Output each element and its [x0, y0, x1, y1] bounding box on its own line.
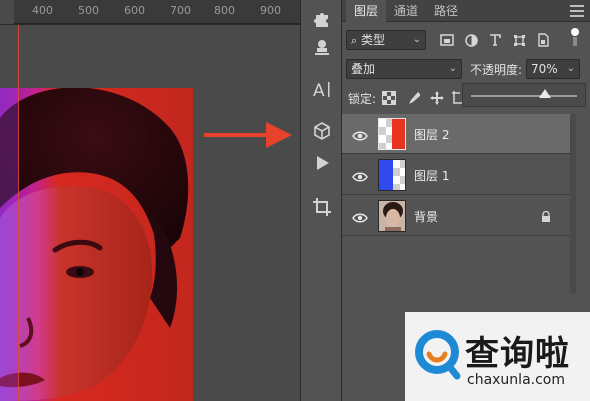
- tab-channels[interactable]: 通道: [386, 0, 426, 22]
- adjustment-filter-icon[interactable]: [464, 33, 478, 47]
- ruler-tick-label: 500: [78, 4, 99, 17]
- vertical-guide-line[interactable]: [18, 25, 19, 401]
- layer-thumbnail: [378, 159, 406, 191]
- layer-name: 图层 1: [414, 169, 450, 183]
- puzzle-icon[interactable]: [309, 6, 335, 32]
- blend-row: 叠加 ⌄ 不透明度: 70% ⌄: [346, 58, 586, 82]
- layer-name: 图层 2: [414, 128, 450, 142]
- layer-row[interactable]: 背景: [342, 196, 570, 236]
- blend-mode-dropdown[interactable]: 叠加 ⌄: [346, 59, 462, 79]
- ruler-tick-label: 400: [32, 4, 53, 17]
- svg-text:A: A: [313, 81, 325, 99]
- ruler-tick-label: 700: [170, 4, 191, 17]
- lock-transparency-icon[interactable]: [382, 90, 396, 109]
- crop-icon[interactable]: [309, 194, 335, 220]
- panel-scrollbar[interactable]: [570, 114, 576, 294]
- blend-mode-value: 叠加: [351, 62, 376, 76]
- chevron-down-icon: ⌄: [566, 63, 575, 74]
- opacity-input[interactable]: 70% ⌄: [526, 59, 580, 79]
- tab-paths[interactable]: 路径: [426, 0, 466, 22]
- lock-pixels-icon[interactable]: [406, 90, 421, 109]
- watermark-title: 查询啦: [465, 334, 570, 374]
- portrait-photo: [0, 88, 193, 401]
- filter-toggle-icon[interactable]: [568, 28, 582, 46]
- eye-icon[interactable]: [352, 209, 368, 223]
- opacity-slider-popup[interactable]: [462, 83, 586, 107]
- red-arrow-annotation: [204, 122, 292, 148]
- layer-thumbnail: [378, 118, 406, 150]
- layer-name: 背景: [414, 210, 439, 224]
- image-filter-icon[interactable]: [440, 33, 454, 47]
- 3d-cube-icon[interactable]: [309, 118, 335, 144]
- ruler-tick-label: 800: [214, 4, 235, 17]
- watermark-url: chaxunla.com: [467, 372, 565, 388]
- layer-row[interactable]: 图层 2: [342, 114, 570, 154]
- opacity-value: 70%: [531, 62, 558, 76]
- search-icon: ⌕: [351, 34, 358, 47]
- eye-icon[interactable]: [352, 168, 368, 182]
- document-canvas[interactable]: [0, 25, 300, 401]
- lock-position-icon[interactable]: [430, 90, 444, 109]
- opacity-slider-thumb[interactable]: [539, 89, 552, 98]
- layer-filter-dropdown[interactable]: ⌕ 类型 ⌄: [346, 30, 426, 50]
- type-filter-icon[interactable]: [488, 33, 502, 47]
- opacity-label: 不透明度:: [470, 63, 523, 77]
- stamp-icon[interactable]: [309, 34, 335, 60]
- tab-layers[interactable]: 图层: [346, 0, 387, 22]
- ruler-tick-label: 600: [124, 4, 145, 17]
- layer-row[interactable]: 图层 1: [342, 155, 570, 195]
- play-icon[interactable]: [309, 150, 335, 176]
- panel-tool-strip: A: [300, 0, 342, 401]
- watermark-logo: 查询啦 chaxunla.com: [405, 312, 590, 401]
- shape-filter-icon[interactable]: [512, 33, 526, 47]
- layer-thumbnail: [378, 200, 406, 232]
- lock-icon: [540, 208, 552, 227]
- eye-icon[interactable]: [352, 127, 368, 141]
- ruler-corner: [0, 0, 14, 24]
- panel-menu-icon[interactable]: [570, 5, 584, 17]
- smart-object-filter-icon[interactable]: [536, 33, 550, 47]
- layer-filter-row: ⌕ 类型 ⌄: [346, 28, 586, 52]
- horizontal-ruler: 400 500 600 700 800 900: [0, 0, 300, 24]
- chevron-down-icon: ⌄: [412, 34, 421, 45]
- text-tool-icon[interactable]: A: [309, 76, 335, 102]
- chevron-down-icon: ⌄: [448, 63, 457, 74]
- ruler-tick-label: 900: [260, 4, 281, 17]
- lock-label: 锁定:: [348, 92, 377, 106]
- panel-tabs: 图层 通道 路径: [342, 0, 590, 22]
- layer-filter-label: 类型: [361, 33, 386, 47]
- lock-artboard-icon[interactable]: [452, 90, 462, 109]
- opacity-slider-track[interactable]: [471, 95, 577, 97]
